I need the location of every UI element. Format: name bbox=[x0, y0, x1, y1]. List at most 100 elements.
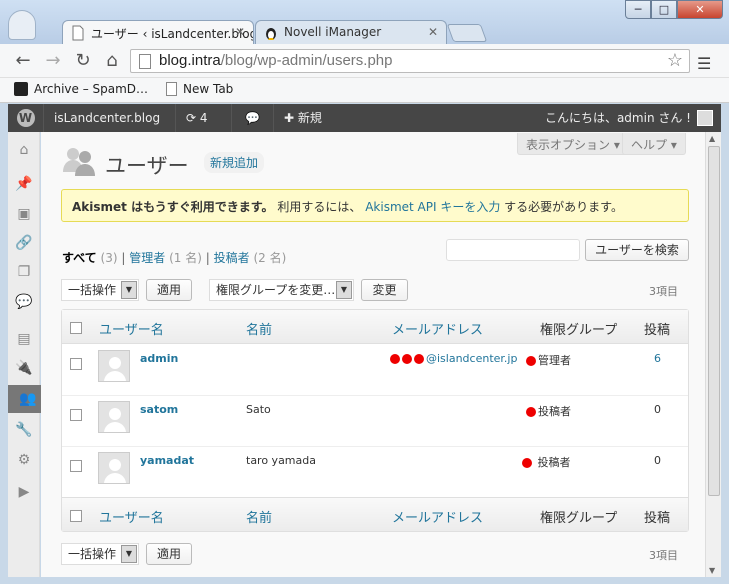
links-icon[interactable]: 🔗 bbox=[8, 229, 40, 257]
tab-imanager[interactable]: Novell iManager ✕ bbox=[255, 20, 447, 44]
bulk-action-select[interactable]: 一括操作 ▼ bbox=[61, 279, 139, 301]
pages-icon[interactable]: ❐ bbox=[8, 258, 40, 286]
akismet-notice: Akismet はもうすぐ利用できます。 利用するには、 Akismet API… bbox=[61, 189, 689, 222]
forward-arrow-icon[interactable]: → bbox=[42, 50, 64, 72]
post-count-link[interactable]: 6 bbox=[654, 352, 661, 365]
avatar bbox=[98, 401, 130, 433]
row-checkbox[interactable] bbox=[70, 358, 82, 370]
comments-menu-icon[interactable]: 💬 bbox=[8, 288, 40, 316]
akismet-key-link[interactable]: Akismet API キーを入力 bbox=[365, 200, 500, 214]
plus-icon: ✚ bbox=[284, 111, 298, 125]
filter-author[interactable]: 投稿者 bbox=[214, 251, 250, 265]
tab-label: Novell iManager bbox=[284, 25, 382, 39]
updates-link[interactable]: ⟳ 4 bbox=[176, 104, 232, 132]
column-posts: 投稿 bbox=[644, 511, 671, 526]
table-row: yamadat taro yamada 投稿者 0 bbox=[62, 447, 688, 498]
posts-pin-icon[interactable]: 📌 bbox=[8, 170, 40, 198]
settings-icon[interactable]: ⚙ bbox=[8, 446, 40, 474]
help-button[interactable]: ヘルプ ▾ bbox=[622, 133, 686, 155]
separator: | bbox=[121, 251, 126, 265]
row-checkbox[interactable] bbox=[70, 460, 82, 472]
wordpress-logo-icon[interactable]: W bbox=[8, 104, 44, 132]
tab-close-icon[interactable]: ✕ bbox=[235, 25, 245, 39]
url-host: blog.intra bbox=[159, 52, 221, 69]
column-name[interactable]: 名前 bbox=[246, 507, 272, 526]
column-username[interactable]: ユーザー名 bbox=[99, 319, 164, 338]
filter-all[interactable]: すべて bbox=[62, 251, 97, 265]
plugins-icon[interactable]: 🔌 bbox=[8, 354, 40, 382]
dashboard-icon[interactable]: ⌂ bbox=[8, 136, 40, 164]
scroll-down-icon[interactable]: ▼ bbox=[709, 566, 715, 575]
tab-close-icon[interactable]: ✕ bbox=[428, 25, 438, 39]
user-name: Sato bbox=[246, 403, 271, 416]
new-content-link[interactable]: ✚ 新規 bbox=[274, 104, 338, 132]
wp-admin-bar: W isLandcenter.blog ⟳ 4 💬 ✚ 新規 こんにちは、adm… bbox=[8, 104, 721, 132]
greeting: こんにちは、admin さん ! bbox=[544, 111, 691, 125]
apply-button-bottom[interactable]: 適用 bbox=[146, 543, 192, 565]
filter-count: (2 名) bbox=[253, 251, 287, 265]
email-link[interactable]: @islandcenter.jp bbox=[390, 352, 517, 365]
bookmark-archive[interactable]: Archive – SpamD… bbox=[14, 82, 148, 96]
page-scrollbar[interactable]: ▲ ▼ bbox=[705, 132, 721, 577]
redaction-mark bbox=[522, 458, 532, 468]
star-icon[interactable]: ☆ bbox=[667, 50, 683, 71]
minimize-button[interactable]: ─ bbox=[625, 0, 651, 19]
comments-icon[interactable]: 💬 bbox=[232, 104, 274, 132]
new-tab-button[interactable] bbox=[446, 24, 488, 42]
column-email[interactable]: メールアドレス bbox=[392, 319, 483, 338]
bulk-action-value: 一括操作 bbox=[68, 283, 117, 297]
column-username[interactable]: ユーザー名 bbox=[99, 507, 164, 526]
menu-icon[interactable]: ☰ bbox=[697, 54, 711, 73]
bookmark-label: Archive – SpamD… bbox=[34, 82, 149, 96]
change-button[interactable]: 変更 bbox=[361, 279, 408, 301]
media-icon[interactable]: ▣ bbox=[8, 200, 40, 228]
apply-button[interactable]: 適用 bbox=[146, 279, 192, 301]
redaction-mark bbox=[402, 354, 412, 364]
profile-icon[interactable] bbox=[8, 10, 36, 40]
appearance-icon[interactable]: ▤ bbox=[8, 325, 40, 353]
bookmarks-bar: Archive – SpamD… New Tab bbox=[0, 78, 729, 103]
screen-options-button[interactable]: 表示オプション ▾ bbox=[517, 133, 629, 155]
filter-admin[interactable]: 管理者 bbox=[129, 251, 165, 265]
table-header: ユーザー名 名前 メールアドレス 権限グループ 投稿 bbox=[62, 310, 688, 344]
role-change-select[interactable]: 権限グループを変更… ▼ bbox=[209, 279, 354, 301]
search-users-button[interactable]: ユーザーを検索 bbox=[585, 239, 689, 261]
post-count: 0 bbox=[654, 454, 661, 467]
maximize-button[interactable]: □ bbox=[651, 0, 677, 19]
page-title: ユーザー bbox=[105, 155, 189, 178]
column-name[interactable]: 名前 bbox=[246, 319, 272, 338]
collapse-menu-icon[interactable]: ▶ bbox=[8, 478, 40, 506]
site-name-link[interactable]: isLandcenter.blog bbox=[44, 104, 176, 132]
column-posts: 投稿 bbox=[644, 323, 671, 338]
select-all-checkbox[interactable] bbox=[70, 322, 82, 334]
browser-toolbar: ← → ↻ ⌂ blog.intra/blog/wp-admin/users.p… bbox=[0, 44, 729, 78]
notice-text: する必要があります。 bbox=[504, 200, 623, 214]
role-filters: すべて (3) | 管理者 (1 名) | 投稿者 (2 名) bbox=[62, 249, 286, 266]
bulk-action-select-bottom[interactable]: 一括操作 ▼ bbox=[61, 543, 139, 565]
row-checkbox[interactable] bbox=[70, 409, 82, 421]
add-new-button[interactable]: 新規追加 bbox=[204, 152, 265, 173]
address-bar[interactable]: blog.intra/blog/wp-admin/users.php ☆ bbox=[130, 49, 690, 73]
my-account[interactable]: こんにちは、admin さん ! bbox=[537, 104, 721, 132]
updates-count: 4 bbox=[199, 111, 208, 125]
username-link[interactable]: admin bbox=[140, 352, 178, 365]
notice-text: 利用するには、 bbox=[277, 200, 362, 214]
archive-bookmark-icon bbox=[14, 82, 28, 96]
select-all-checkbox[interactable] bbox=[70, 510, 82, 522]
avatar bbox=[697, 110, 713, 126]
reload-icon[interactable]: ↻ bbox=[72, 50, 94, 72]
column-email[interactable]: メールアドレス bbox=[392, 507, 483, 526]
close-button[interactable]: ✕ bbox=[677, 0, 723, 19]
username-link[interactable]: satom bbox=[140, 403, 178, 416]
scroll-thumb[interactable] bbox=[708, 146, 720, 496]
username-link[interactable]: yamadat bbox=[140, 454, 194, 467]
tools-icon[interactable]: 🔧 bbox=[8, 416, 40, 444]
back-arrow-icon[interactable]: ← bbox=[12, 50, 34, 72]
user-search-input[interactable] bbox=[446, 239, 580, 261]
scroll-up-icon[interactable]: ▲ bbox=[709, 134, 715, 143]
separator: | bbox=[205, 251, 210, 265]
tab-users[interactable]: ユーザー ‹ isLandcenter.blog — WordPress ✕ bbox=[62, 20, 254, 44]
table-footer: ユーザー名 名前 メールアドレス 権限グループ 投稿 bbox=[62, 497, 688, 531]
home-icon[interactable]: ⌂ bbox=[101, 50, 123, 72]
bookmark-new-tab[interactable]: New Tab bbox=[166, 82, 233, 96]
